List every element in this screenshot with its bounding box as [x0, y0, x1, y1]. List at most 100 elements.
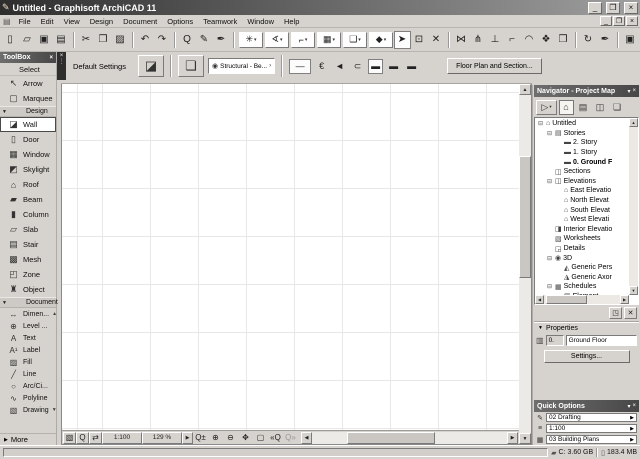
tool-drawing[interactable]: ▧ Drawing ▼ — [0, 404, 57, 416]
tool-zone[interactable]: ◰ Zone — [0, 267, 56, 282]
expander-icon[interactable]: ⊟ — [546, 283, 553, 290]
zoom-level-button[interactable]: 129 % — [142, 431, 182, 444]
tree-horizontal-scrollbar[interactable]: ◀ ▶ — [535, 295, 629, 304]
menu-document[interactable]: Document — [118, 16, 162, 27]
tree-item-details[interactable]: ◲ Details — [535, 244, 629, 254]
next-zoom-button[interactable]: Q» — [283, 432, 298, 444]
scroll-up-arrow-icon[interactable]: ▲ — [629, 118, 638, 127]
vertical-scrollbar[interactable]: ▲ ▼ — [519, 84, 531, 444]
tool-slab[interactable]: ▱ Slab — [0, 222, 56, 237]
tree-item-east-elevation[interactable]: ⌂ East Elevatio — [535, 186, 629, 196]
vertical-scroll-thumb[interactable] — [519, 155, 531, 278]
wall-options-combo[interactable]: ⌐ ▾ — [291, 31, 315, 48]
tree-item-schedules[interactable]: ⊟ ▦ Schedules — [535, 282, 629, 292]
mdi-minimize-button[interactable]: _ — [600, 16, 612, 26]
tree-item-3d[interactable]: ⊟ ◉ 3D — [535, 253, 629, 263]
expander-icon[interactable]: ⊟ — [546, 130, 553, 137]
construction-method-curved[interactable]: ⊂ — [350, 59, 365, 74]
adjust-button[interactable]: ⊥ — [487, 31, 504, 49]
marquee-selection-button[interactable]: ⊡ — [411, 31, 428, 49]
settings-button[interactable]: Settings... — [543, 349, 630, 363]
quick-options-menu-caret-icon[interactable]: ▾ — [627, 403, 630, 410]
toolbox-section-select[interactable]: Select — [0, 63, 56, 76]
wall-settings-button[interactable]: ◪ — [138, 55, 164, 77]
horizontal-scroll-track[interactable] — [312, 431, 507, 444]
pick-up-parameters-button[interactable]: ✎ — [196, 31, 213, 49]
undo-button[interactable]: ↶ — [137, 31, 154, 49]
layer-options-combo[interactable]: ❑ ▾ — [343, 31, 367, 48]
minimize-button[interactable]: _ — [588, 1, 602, 14]
zoom-button[interactable]: Q± — [193, 432, 208, 444]
paste-button[interactable]: ▨ — [112, 31, 129, 49]
element-selection-button[interactable]: ➤ — [394, 30, 411, 49]
horizontal-scrollbar[interactable]: ◀ ▶ — [301, 431, 518, 444]
tool-roof[interactable]: ⌂ Roof — [0, 177, 56, 192]
drawing-canvas[interactable] — [62, 84, 519, 430]
tree-item-stories[interactable]: ⊟ ▤ Stories — [535, 129, 629, 139]
quick-view-button[interactable]: Q — [76, 431, 89, 444]
tool-text[interactable]: A Text — [0, 332, 56, 344]
tool-column[interactable]: ▮ Column — [0, 207, 56, 222]
menu-window[interactable]: Window — [242, 16, 279, 27]
expander-icon[interactable]: ⊟ — [546, 178, 553, 185]
group-button[interactable]: ❖ — [538, 31, 555, 49]
fit-in-window-button[interactable]: ▢ — [253, 432, 268, 444]
mdi-close-button[interactable]: × — [626, 16, 638, 26]
inject-parameters-button[interactable]: ✒ — [213, 31, 230, 49]
expander-icon[interactable]: ⊟ — [537, 120, 544, 127]
viewpoint-button[interactable]: ◳ — [609, 306, 622, 319]
info-box-dock-bar[interactable]: × ⋮ — [57, 52, 66, 80]
quick-option-scale[interactable]: 1:100 ▶ — [546, 424, 637, 433]
tool-stair[interactable]: ▤ Stair — [0, 237, 56, 252]
pen-options-combo[interactable]: ◆ ▾ — [369, 31, 393, 48]
tree-item-untitled[interactable]: ⊟ ⌂ Untitled — [535, 119, 629, 129]
menu-help[interactable]: Help — [279, 16, 304, 27]
vertical-scroll-track[interactable] — [519, 95, 531, 433]
save-button[interactable]: ▣ — [36, 31, 53, 49]
quick-options-close-icon[interactable]: × — [632, 403, 636, 409]
tree-item-2-story[interactable]: ▬ 2. Story — [535, 138, 629, 148]
delete-button[interactable]: ✕ — [428, 31, 445, 49]
tool-fill[interactable]: ▨ Fill — [0, 356, 56, 368]
fill-options-combo[interactable]: ▦ ▾ — [317, 31, 341, 48]
scroll-left-arrow-icon[interactable]: ◀ — [301, 431, 312, 444]
tool-label[interactable]: A¹ Label — [0, 344, 56, 356]
trace-reference-button[interactable]: ⇄ — [89, 431, 102, 444]
print-button[interactable]: ▤ — [53, 31, 70, 49]
measure-button[interactable]: ✒ — [597, 31, 614, 49]
reduce-zoom-button[interactable]: ⊖ — [223, 432, 238, 444]
tree-item-west-elevation[interactable]: ⌂ West Elevati — [535, 215, 629, 225]
tree-item-worksheets[interactable]: ▧ Worksheets — [535, 234, 629, 244]
tool-arrow[interactable]: ↖ Arrow — [0, 76, 56, 91]
tree-item-interior-elevations[interactable]: ◨ Interior Elevatio — [535, 225, 629, 235]
increase-zoom-button[interactable]: ⊕ — [208, 432, 223, 444]
scroll-left-arrow-icon[interactable]: ◀ — [535, 295, 544, 304]
tree-item-south-elevation[interactable]: ⌂ South Elevat — [535, 205, 629, 215]
marquee-options-combo[interactable]: ∢ ▾ — [265, 31, 289, 48]
pen-sets-button[interactable]: ▧ — [63, 431, 76, 444]
tool-skylight[interactable]: ◩ Skylight — [0, 162, 56, 177]
redo-button[interactable]: ↷ — [154, 31, 171, 49]
image-button[interactable]: ▣ — [622, 31, 639, 49]
tool-door[interactable]: ▯ Door — [0, 132, 56, 147]
open-button[interactable]: ▱ — [19, 31, 36, 49]
scale-button[interactable]: 1:100 — [102, 431, 142, 444]
flyout-button[interactable]: ▶ — [182, 431, 193, 444]
tab-view-map[interactable]: ▤ — [576, 100, 591, 115]
floor-plan-display-button[interactable]: ❏ — [178, 55, 204, 77]
chamfer-button[interactable]: ◠ — [521, 31, 538, 49]
scroll-up-arrow-icon[interactable]: ▲ — [519, 84, 531, 95]
horizontal-scroll-thumb[interactable] — [347, 431, 435, 444]
tree-vertical-scrollbar[interactable]: ▲ ▼ — [629, 118, 638, 295]
tool-mesh[interactable]: ▩ Mesh — [0, 252, 56, 267]
tool-window[interactable]: ▦ Window — [0, 147, 56, 162]
tool-wall[interactable]: ◪ Wall — [0, 117, 56, 132]
expander-icon[interactable]: ⊟ — [546, 255, 553, 262]
split-button[interactable]: ⋔ — [470, 31, 487, 49]
drag-grip-icon[interactable]: ⋮ — [59, 59, 65, 65]
scroll-down-arrow-icon[interactable]: ▼ — [629, 286, 638, 295]
rotate-button[interactable]: ↻ — [580, 31, 597, 49]
restore-button[interactable]: ❐ — [606, 1, 620, 14]
floor-plan-and-section-button[interactable]: Floor Plan and Section... — [447, 58, 542, 74]
tool-object[interactable]: ♜ Object — [0, 282, 56, 297]
